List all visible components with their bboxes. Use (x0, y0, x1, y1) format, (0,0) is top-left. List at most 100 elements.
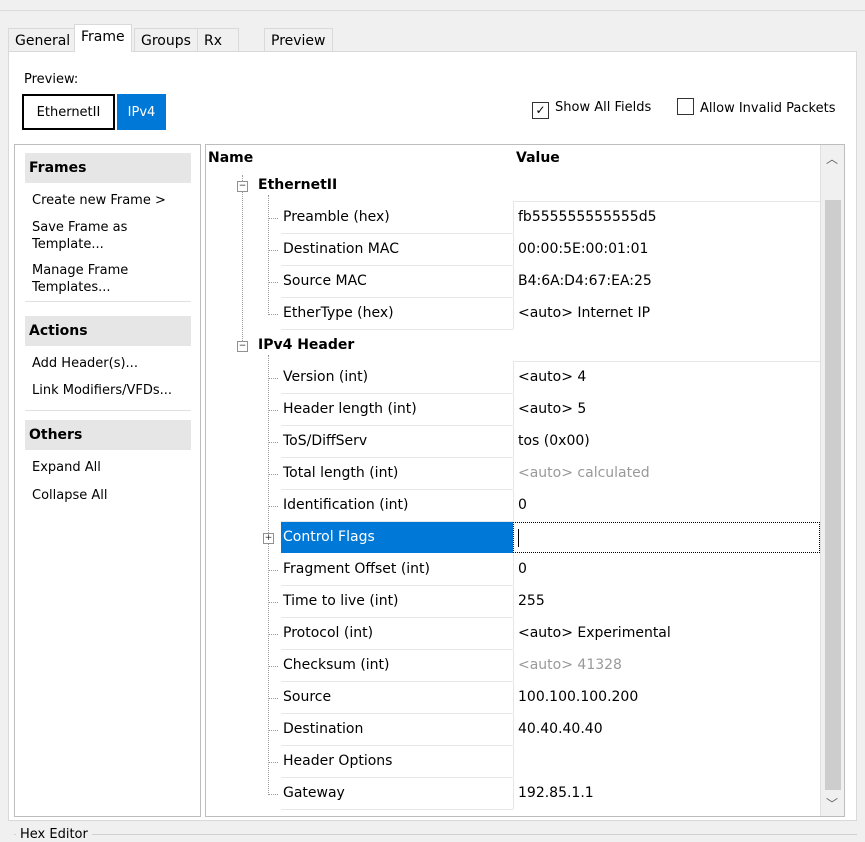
tree-row[interactable]: Gateway 192.85.1.1 (206, 778, 820, 810)
tree-row[interactable]: Destination 40.40.40.40 (206, 714, 820, 746)
text-caret (518, 529, 519, 547)
tree-branch (268, 506, 278, 507)
scroll-up-icon[interactable]: ︿ (826, 150, 838, 167)
group-value-cell (513, 170, 820, 202)
tree-branch (268, 762, 278, 763)
checkmark-icon: ✓ (532, 102, 549, 119)
add-headers-link[interactable]: Add Header(s)... (32, 355, 192, 372)
tab-preview[interactable]: Preview (264, 28, 333, 52)
tree-row[interactable]: ToS/DiffServ tos (0x00) (206, 426, 820, 458)
expand-icon[interactable]: + (263, 533, 274, 544)
tab-rx-port[interactable]: Rx Port (197, 28, 239, 73)
tree-branch (268, 794, 278, 795)
field-value[interactable]: 0 (513, 554, 820, 585)
tree-branch (268, 442, 278, 443)
field-name: ToS/DiffServ (283, 433, 368, 449)
field-value[interactable]: <auto> Internet IP (513, 298, 820, 329)
field-value[interactable]: 192.85.1.1 (513, 778, 820, 809)
field-name: Preamble (hex) (283, 209, 390, 225)
tab-general[interactable]: General (8, 28, 78, 52)
value-column-header[interactable]: Value (516, 150, 560, 166)
tab-frame[interactable]: Frame (74, 24, 132, 52)
tree-branch (268, 282, 278, 283)
name-column-header[interactable]: Name (208, 150, 253, 166)
field-value[interactable]: B4:6A:D4:67:EA:25 (513, 266, 820, 297)
collapse-icon[interactable]: − (237, 341, 248, 352)
tab-groups[interactable]: Groups (134, 28, 198, 52)
tree-row[interactable]: Identification (int) 0 (206, 490, 820, 522)
field-value[interactable]: <auto> 41328 (513, 650, 820, 681)
save-frame-as-template-link[interactable]: Save Frame as Template... (32, 219, 192, 253)
field-name: Fragment Offset (int) (283, 561, 431, 577)
tree-row[interactable]: Time to live (int) 255 (206, 586, 820, 618)
preview-label: Preview: (24, 72, 79, 87)
vertical-scrollbar[interactable]: ︿ ﹀ (820, 145, 844, 816)
tree-branch (268, 570, 278, 571)
collapse-all-link[interactable]: Collapse All (32, 487, 192, 504)
allow-invalid-packets-checkbox[interactable]: Allow Invalid Packets (677, 98, 835, 118)
field-value[interactable]: 00:00:5E:00:01:01 (513, 234, 820, 265)
field-value[interactable]: <auto> Experimental (513, 618, 820, 649)
field-value[interactable] (513, 746, 820, 777)
section-divider (25, 410, 191, 411)
actions-section-title: Actions (25, 316, 191, 346)
field-value[interactable]: <auto> calculated (513, 458, 820, 489)
frame-tree-view[interactable]: Name Value − EthernetII Preamble (hex) f… (205, 144, 845, 817)
field-value[interactable]: 0 (513, 490, 820, 521)
tree-row[interactable]: Preamble (hex) fb555555555555d5 (206, 202, 820, 234)
hex-editor-divider (14, 834, 857, 835)
preview-ipv4-button[interactable]: IPv4 (117, 94, 166, 130)
field-value[interactable]: fb555555555555d5 (513, 202, 820, 233)
preview-ethernetii-button[interactable]: EthernetII (22, 94, 115, 130)
tree-branch (268, 314, 278, 315)
field-name: Header length (int) (283, 401, 417, 417)
tree-branch (268, 250, 278, 251)
field-value[interactable]: 40.40.40.40 (513, 714, 820, 745)
field-name: Source (283, 689, 332, 705)
tree-row-selected[interactable]: + Control Flags (206, 522, 820, 554)
frames-section-title: Frames (25, 153, 191, 183)
show-all-fields-label: Show All Fields (555, 100, 652, 115)
expand-all-link[interactable]: Expand All (32, 459, 192, 476)
tree-branch (268, 666, 278, 667)
tree-row[interactable]: Header Options (206, 746, 820, 778)
field-value[interactable]: <auto> 4 (513, 362, 820, 393)
tree-row[interactable]: Protocol (int) <auto> Experimental (206, 618, 820, 650)
allow-invalid-packets-label: Allow Invalid Packets (700, 101, 836, 116)
tree-row[interactable]: Source 100.100.100.200 (206, 682, 820, 714)
tree-branch (268, 378, 278, 379)
link-modifiers-vfds-link[interactable]: Link Modifiers/VFDs... (32, 382, 192, 399)
collapse-icon[interactable]: − (237, 181, 248, 192)
tree-group-ipv4-header[interactable]: − IPv4 Header (206, 330, 820, 362)
scroll-down-icon[interactable]: ﹀ (826, 795, 838, 812)
field-value[interactable]: tos (0x00) (513, 426, 820, 457)
field-name: Destination MAC (283, 241, 399, 257)
tree-row[interactable]: Fragment Offset (int) 0 (206, 554, 820, 586)
create-new-frame-link[interactable]: Create new Frame > (32, 192, 192, 209)
field-name: Time to live (int) (283, 593, 399, 609)
scroll-thumb[interactable] (825, 200, 841, 790)
tree-row[interactable]: Source MAC B4:6A:D4:67:EA:25 (206, 266, 820, 298)
tree-row[interactable]: Destination MAC 00:00:5E:00:01:01 (206, 234, 820, 266)
field-value-editor[interactable] (513, 522, 820, 553)
others-section-title: Others (25, 420, 191, 450)
field-name: Identification (int) (283, 497, 409, 513)
tree-row[interactable]: Total length (int) <auto> calculated (206, 458, 820, 490)
tree-branch (268, 634, 278, 635)
tree-branch (268, 698, 278, 699)
show-all-fields-checkbox[interactable]: ✓ Show All Fields (532, 98, 652, 119)
tree-branch (268, 474, 278, 475)
manage-frame-templates-link[interactable]: Manage Frame Templates... (32, 262, 192, 296)
tree-row[interactable]: Checksum (int) <auto> 41328 (206, 650, 820, 682)
tree-row[interactable]: Header length (int) <auto> 5 (206, 394, 820, 426)
tree-row[interactable]: EtherType (hex) <auto> Internet IP (206, 298, 820, 330)
tree-row[interactable]: Version (int) <auto> 4 (206, 362, 820, 394)
tree-branch (268, 218, 278, 219)
field-name: Version (int) (283, 369, 369, 385)
tree-group-ethernetii[interactable]: − EthernetII (206, 170, 820, 202)
field-value[interactable]: 100.100.100.200 (513, 682, 820, 713)
tree-branch (268, 410, 278, 411)
tree-branch (268, 602, 278, 603)
field-value[interactable]: <auto> 5 (513, 394, 820, 425)
field-value[interactable]: 255 (513, 586, 820, 617)
